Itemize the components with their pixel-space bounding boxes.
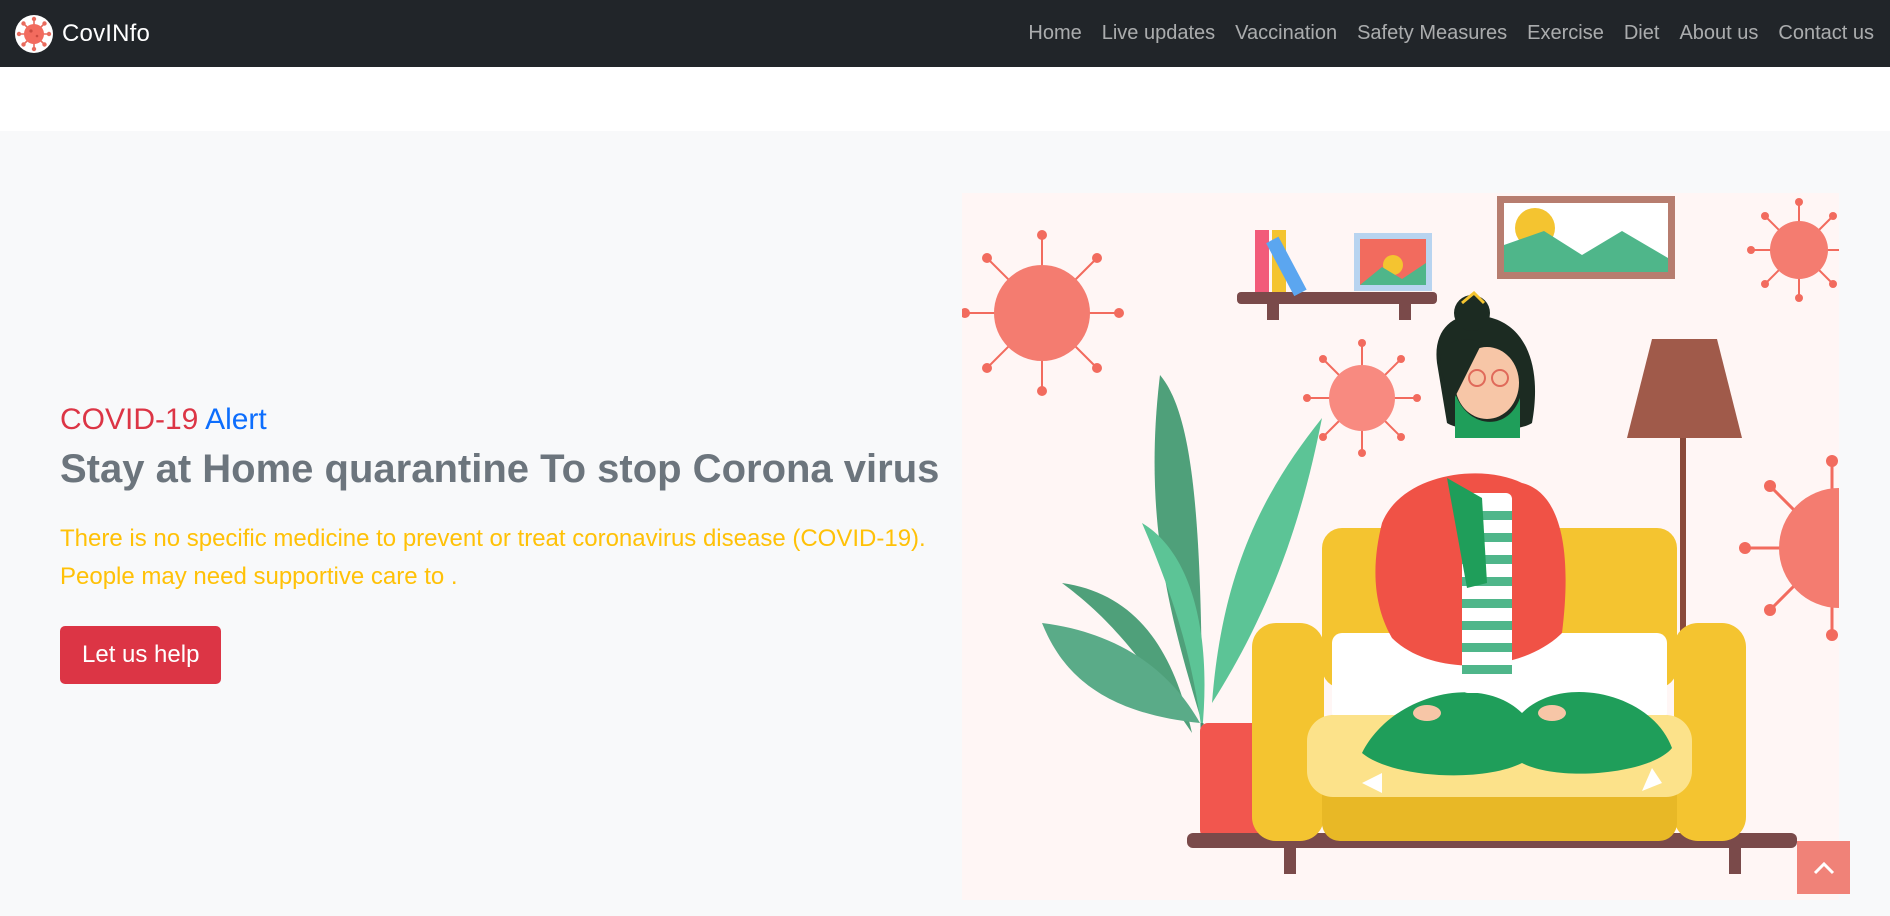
nav-link-diet[interactable]: Diet [1614, 22, 1670, 45]
virus-icon [1303, 339, 1421, 457]
nav-link-vaccination[interactable]: Vaccination [1225, 22, 1347, 45]
nav-link-safety-measures[interactable]: Safety Measures [1347, 22, 1517, 45]
nav-links: Home Live updates Vaccination Safety Mea… [1018, 22, 1874, 45]
nav-link-exercise[interactable]: Exercise [1517, 22, 1614, 45]
hero-lead: There is no specific medicine to prevent… [60, 520, 940, 596]
hero-lead-line1: There is no specific medicine to prevent… [60, 525, 926, 552]
navbar: CovINfo Home Live updates Vaccination Sa… [0, 0, 1890, 67]
hero-eyebrow: COVID-19 Alert [60, 403, 940, 437]
hero-text: COVID-19 Alert Stay at Home quarantine T… [60, 403, 940, 684]
stay-home-illustration [962, 193, 1839, 900]
brand[interactable]: CovINfo [14, 14, 150, 54]
hero-headline: Stay at Home quarantine To stop Corona v… [60, 447, 940, 491]
virus-logo-icon [15, 14, 53, 53]
brand-name: CovINfo [62, 19, 151, 47]
frame-illustration [1497, 196, 1675, 279]
eyebrow-alert: Alert [205, 403, 267, 436]
nav-link-contact-us[interactable]: Contact us [1768, 22, 1874, 45]
hero-lead-line2: People may need supportive care to . [60, 563, 458, 590]
nav-link-live-updates[interactable]: Live updates [1092, 22, 1225, 45]
eyebrow-covid: COVID-19 [60, 403, 199, 436]
back-to-top-button[interactable] [1797, 841, 1850, 894]
nav-link-home[interactable]: Home [1018, 22, 1091, 45]
nav-link-about-us[interactable]: About us [1669, 22, 1768, 45]
chevron-up-icon [1813, 861, 1834, 874]
hero-section: COVID-19 Alert Stay at Home quarantine T… [0, 131, 1890, 916]
let-us-help-button[interactable]: Let us help [60, 626, 222, 684]
virus-icon [962, 230, 1124, 396]
